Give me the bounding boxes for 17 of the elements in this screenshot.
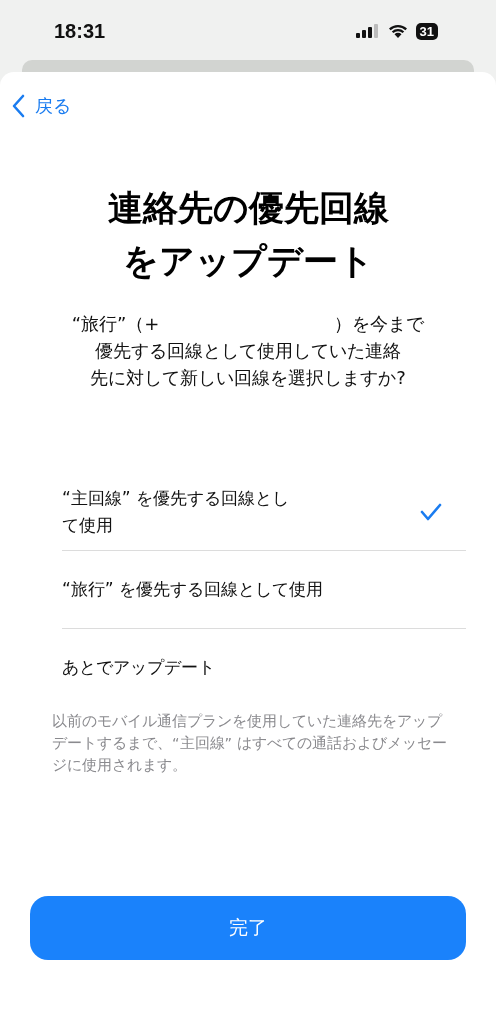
page-title: をアップデート: [122, 240, 374, 283]
description-text: ）を今まで: [334, 313, 425, 334]
description-text: 優先する回線として使用していた連絡: [95, 340, 401, 361]
done-button[interactable]: 完了: [30, 896, 466, 960]
status-time: 18:31: [54, 19, 106, 43]
option-row[interactable]: “主回線” を優先する回線として使用: [62, 473, 466, 551]
option-row[interactable]: あとでアップデート: [62, 629, 466, 706]
description-text: 先に対して新しい回線を選択しますか?: [90, 367, 406, 388]
battery-indicator: 31: [415, 22, 438, 40]
page-title: 連絡先の優先回線: [107, 187, 389, 230]
back-button[interactable]: 戻る: [12, 94, 71, 118]
chevron-left-icon: [12, 94, 26, 118]
description-text: “旅行”（+: [71, 313, 160, 334]
wifi-icon: [387, 24, 408, 38]
footnote-text: 以前のモバイル通信プランを使用していた連絡先をアップデートするまで、“主回線” はすべての通話およびメッセージに使用されます。: [52, 712, 448, 775]
option-row[interactable]: “旅行” を優先する回線として使用: [62, 551, 466, 629]
signal-icon: [355, 24, 380, 38]
